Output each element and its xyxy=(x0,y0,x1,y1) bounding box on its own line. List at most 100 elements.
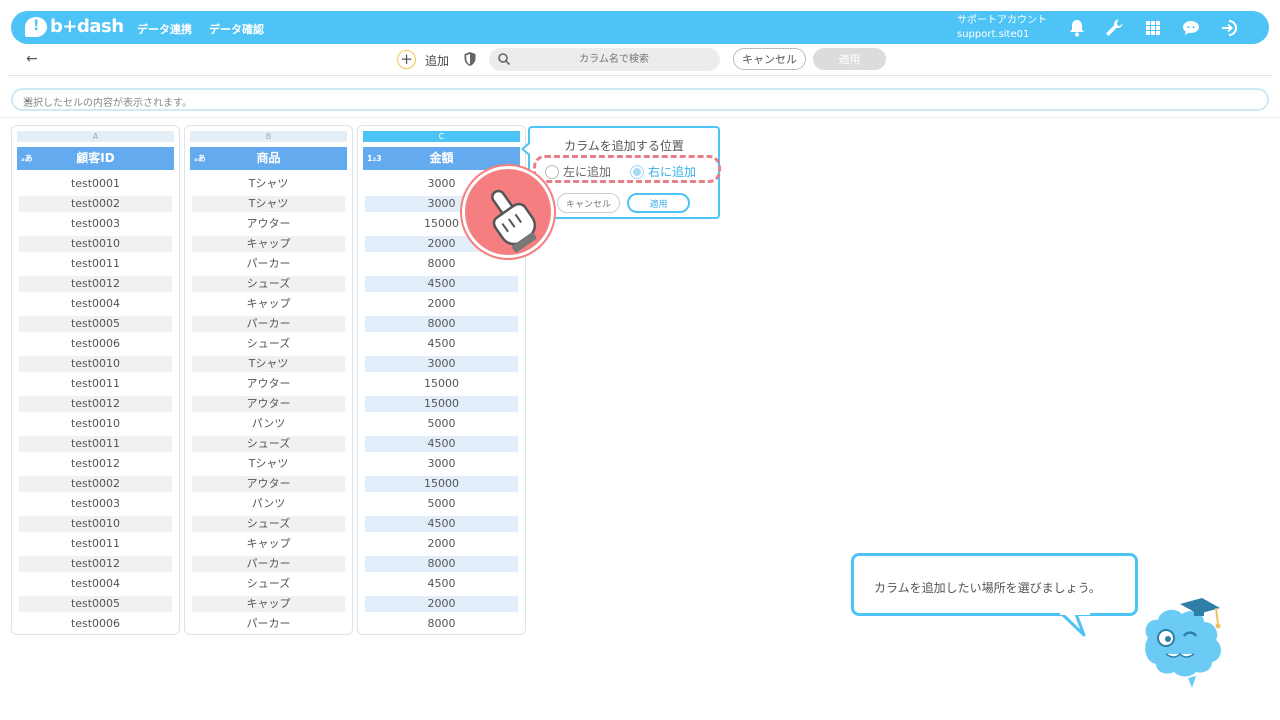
shield-icon[interactable] xyxy=(463,51,477,67)
table-cell[interactable]: 15000 xyxy=(365,474,518,494)
table-cell[interactable]: test0010 xyxy=(19,354,172,374)
popup-cancel-button[interactable]: キャンセル xyxy=(557,193,620,213)
table-cell-value: test0012 xyxy=(19,276,172,292)
table-cell[interactable]: パーカー xyxy=(192,614,345,634)
table-cell[interactable]: シューズ xyxy=(192,574,345,594)
table-cell[interactable]: シューズ xyxy=(192,434,345,454)
radio-dot[interactable] xyxy=(630,164,644,179)
column-search-input[interactable] xyxy=(519,50,709,69)
column-letter[interactable]: A xyxy=(17,131,174,142)
table-cell[interactable]: test0003 xyxy=(19,494,172,514)
table-cell[interactable]: キャップ xyxy=(192,294,345,314)
table-cell[interactable]: test0006 xyxy=(19,614,172,634)
table-cell[interactable]: 4500 xyxy=(365,434,518,454)
table-cell[interactable]: Tシャツ xyxy=(192,354,345,374)
chat-icon[interactable] xyxy=(1180,17,1202,39)
radio-add-right[interactable]: 右に追加 xyxy=(630,163,696,180)
table-cell[interactable]: 3000 xyxy=(365,354,518,374)
column-letter[interactable]: C xyxy=(363,131,520,142)
app-root: b+dash データ連携 データ確認 サポートアカウント support.sit… xyxy=(0,0,1280,720)
table-cell[interactable]: test0002 xyxy=(19,474,172,494)
table-cell[interactable]: パーカー xyxy=(192,314,345,334)
table-cell[interactable]: シューズ xyxy=(192,334,345,354)
table-cell[interactable]: 4500 xyxy=(365,514,518,534)
table-cell[interactable]: test0010 xyxy=(19,514,172,534)
table-cell[interactable]: 8000 xyxy=(365,314,518,334)
table-cell[interactable]: test0011 xyxy=(19,534,172,554)
table-cell[interactable]: test0004 xyxy=(19,294,172,314)
logout-icon[interactable] xyxy=(1219,17,1241,39)
table-cell[interactable]: 4500 xyxy=(365,574,518,594)
table-cell[interactable]: test0011 xyxy=(19,434,172,454)
column-letter[interactable]: B xyxy=(190,131,347,142)
table-cell[interactable]: パーカー xyxy=(192,554,345,574)
chevron-down-icon[interactable]: ⌄ xyxy=(23,94,1253,105)
table-cell[interactable]: パンツ xyxy=(192,414,345,434)
table-cell[interactable]: 3000 xyxy=(365,454,518,474)
table-cell[interactable]: 8000 xyxy=(365,614,518,634)
table-cell[interactable]: 2000 xyxy=(365,294,518,314)
table-cell[interactable]: 4500 xyxy=(365,334,518,354)
back-arrow-icon[interactable]: ← xyxy=(26,51,40,67)
grid-menu-icon[interactable] xyxy=(1142,17,1164,39)
table-cell[interactable]: キャップ xyxy=(192,594,345,614)
table-cell[interactable]: test0012 xyxy=(19,394,172,414)
table-cell[interactable]: パーカー xyxy=(192,254,345,274)
nav-data-integration[interactable]: データ連携 xyxy=(137,21,192,37)
table-cell[interactable]: 15000 xyxy=(365,394,518,414)
table-cell[interactable]: Tシャツ xyxy=(192,194,345,214)
table-cell-value: 2000 xyxy=(427,297,456,310)
table-cell[interactable]: アウター xyxy=(192,394,345,414)
table-cell[interactable]: test0010 xyxy=(19,414,172,434)
popup-apply-button[interactable]: 適用 xyxy=(627,193,690,213)
table-cell[interactable]: シューズ xyxy=(192,274,345,294)
table-cell[interactable]: test0002 xyxy=(19,194,172,214)
table-cell[interactable]: test0003 xyxy=(19,214,172,234)
table-cell[interactable]: test0012 xyxy=(19,554,172,574)
table-cell[interactable]: アウター xyxy=(192,374,345,394)
add-column-icon[interactable]: + xyxy=(397,50,416,69)
table-cell[interactable]: キャップ xyxy=(192,234,345,254)
table-cell-value: 8000 xyxy=(365,556,518,572)
wrench-icon[interactable] xyxy=(1103,17,1125,39)
logo[interactable]: b+dash xyxy=(25,16,124,37)
table-cell[interactable]: アウター xyxy=(192,474,345,494)
table-cell[interactable]: test0005 xyxy=(19,314,172,334)
table-cell[interactable]: 2000 xyxy=(365,594,518,614)
table-cell[interactable]: test0001 xyxy=(19,174,172,194)
table-cell[interactable]: アウター xyxy=(192,214,345,234)
table-cell[interactable]: パンツ xyxy=(192,494,345,514)
table-cell[interactable]: 5000 xyxy=(365,414,518,434)
table-cell[interactable]: キャップ xyxy=(192,534,345,554)
table-cell[interactable]: Tシャツ xyxy=(192,454,345,474)
table-cell[interactable]: 2000 xyxy=(365,534,518,554)
table-cell[interactable]: Tシャツ xyxy=(192,174,345,194)
table-cell[interactable]: test0006 xyxy=(19,334,172,354)
table-cell[interactable]: 4500 xyxy=(365,274,518,294)
table-cell[interactable]: 5000 xyxy=(365,494,518,514)
column-header[interactable]: ₐあ 商品 xyxy=(190,147,347,170)
table-cell-value: test0012 xyxy=(19,396,172,412)
table-cell[interactable]: test0011 xyxy=(19,374,172,394)
account-info[interactable]: サポートアカウント support.site01 xyxy=(957,14,1047,42)
table-cell-value: test0003 xyxy=(70,217,121,230)
table-cell[interactable]: 15000 xyxy=(365,374,518,394)
add-label[interactable]: 追加 xyxy=(425,52,449,69)
toolbar-cancel-button[interactable]: キャンセル xyxy=(733,48,806,70)
bell-icon[interactable] xyxy=(1066,17,1088,39)
table-cell[interactable]: test0012 xyxy=(19,274,172,294)
toolbar-apply-button[interactable]: 適用 xyxy=(813,48,886,70)
nav-data-check[interactable]: データ確認 xyxy=(209,21,264,37)
table-cell[interactable]: シューズ xyxy=(192,514,345,534)
table-cell[interactable]: test0004 xyxy=(19,574,172,594)
table-cell[interactable]: 8000 xyxy=(365,554,518,574)
page-divider xyxy=(0,117,1280,118)
table-cell-value: キャップ xyxy=(246,537,291,550)
table-cell[interactable]: test0005 xyxy=(19,594,172,614)
table-cell[interactable]: test0011 xyxy=(19,254,172,274)
cell-content-bar[interactable]: 選択したセルの内容が表示されます。 ⌄ xyxy=(11,88,1269,111)
table-cell-value: アウター xyxy=(192,396,345,412)
table-cell[interactable]: test0012 xyxy=(19,454,172,474)
column-header[interactable]: ₐあ 顧客ID xyxy=(17,147,174,170)
table-cell[interactable]: test0010 xyxy=(19,234,172,254)
